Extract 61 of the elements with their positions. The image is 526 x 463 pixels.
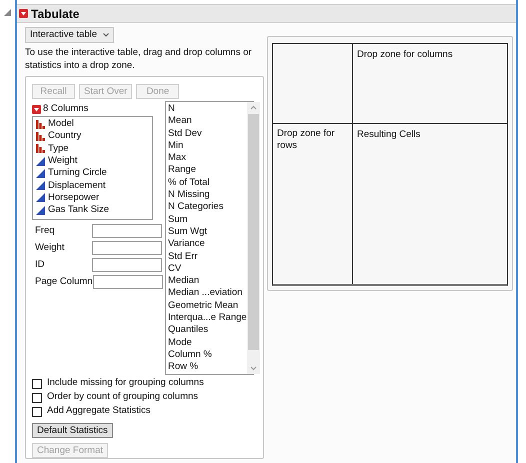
statistic-item[interactable]: Std Err — [168, 250, 247, 263]
statistic-item[interactable]: Min — [168, 140, 247, 152]
option-label: Order by count of grouping columns — [47, 390, 198, 404]
instructions: To use the interactive table, drag and drop columns or statistics into a drop zone. — [25, 46, 253, 72]
variable-name[interactable]: Gas Tank Size — [48, 203, 110, 218]
column-drop-zone[interactable]: Drop zone for columns — [353, 44, 507, 124]
variable-name[interactable]: Country — [48, 129, 82, 144]
scrollbar[interactable] — [246, 102, 260, 374]
statistic-item[interactable]: % of Total — [168, 176, 247, 190]
report-title: Tabulate — [31, 6, 80, 22]
role-field[interactable] — [92, 258, 162, 272]
checkbox[interactable] — [32, 378, 42, 388]
bar-chart-icon — [36, 144, 45, 154]
field-label: ID — [35, 258, 44, 272]
role-field[interactable] — [92, 224, 162, 238]
bar-chart-icon — [36, 132, 45, 141]
variable-name[interactable]: Model — [48, 117, 74, 132]
statistic-item[interactable]: Sum — [168, 214, 247, 226]
row-drop-zone[interactable]: Drop zone for rows — [273, 124, 353, 284]
statistic-item[interactable]: Max — [168, 152, 247, 164]
field-label: Weight — [35, 240, 64, 255]
caret-icon — [103, 33, 110, 37]
menu-triangle-icon[interactable] — [32, 105, 41, 114]
statistic-item[interactable]: Row % — [168, 361, 247, 374]
statistic-item[interactable]: Mean — [168, 115, 247, 128]
variable-name[interactable]: Type — [48, 142, 69, 156]
statistic-item[interactable]: Range — [168, 164, 247, 177]
variable-name[interactable]: Displacement — [48, 178, 106, 193]
mode-dropdown[interactable]: Interactive table — [25, 27, 114, 43]
variable-name[interactable]: Turning Circle — [48, 166, 107, 180]
statistic-item[interactable]: Geometric Mean — [168, 300, 247, 312]
statistic-item[interactable]: N — [168, 103, 247, 116]
statistic-item[interactable]: N Missing — [168, 189, 247, 202]
checkbox[interactable] — [32, 392, 42, 402]
action-button[interactable]: Default Statistics — [32, 423, 113, 438]
disclosure-icon[interactable] — [4, 9, 11, 16]
variable-name[interactable]: Horsepower — [48, 190, 100, 206]
statistic-item[interactable]: Column % — [168, 348, 247, 362]
field-label: Page Column — [35, 274, 93, 289]
variable-name[interactable]: Weight — [48, 154, 78, 168]
field-label: Freq — [35, 224, 55, 238]
role-field[interactable] — [92, 241, 162, 255]
statistic-item[interactable]: Interqua...e Range — [168, 312, 247, 324]
option-label: Add Aggregate Statistics — [47, 404, 151, 418]
statistic-item[interactable]: Median ...eviation — [168, 287, 247, 300]
statistic-item[interactable]: Variance — [168, 238, 247, 251]
scroll-thumb[interactable] — [248, 114, 259, 350]
option-label: Include missing for grouping columns — [47, 376, 204, 390]
statistic-item[interactable]: CV — [168, 262, 247, 276]
statistic-item[interactable]: N Categories — [168, 201, 247, 214]
checkbox[interactable] — [32, 406, 42, 416]
role-field[interactable] — [92, 275, 163, 289]
menu-triangle-icon[interactable] — [19, 9, 28, 18]
statistic-item[interactable]: Std Dev — [168, 128, 247, 140]
bar-chart-icon — [36, 120, 45, 129]
statistic-item[interactable]: Quantiles — [168, 324, 247, 337]
results-zone[interactable]: Resulting Cells — [353, 124, 507, 284]
columns-header: 8 Columns — [43, 102, 88, 116]
statistic-item[interactable]: Mode — [168, 336, 247, 349]
statistic-item[interactable]: Median — [168, 275, 247, 288]
statistic-item[interactable]: Sum Wgt — [168, 226, 247, 238]
